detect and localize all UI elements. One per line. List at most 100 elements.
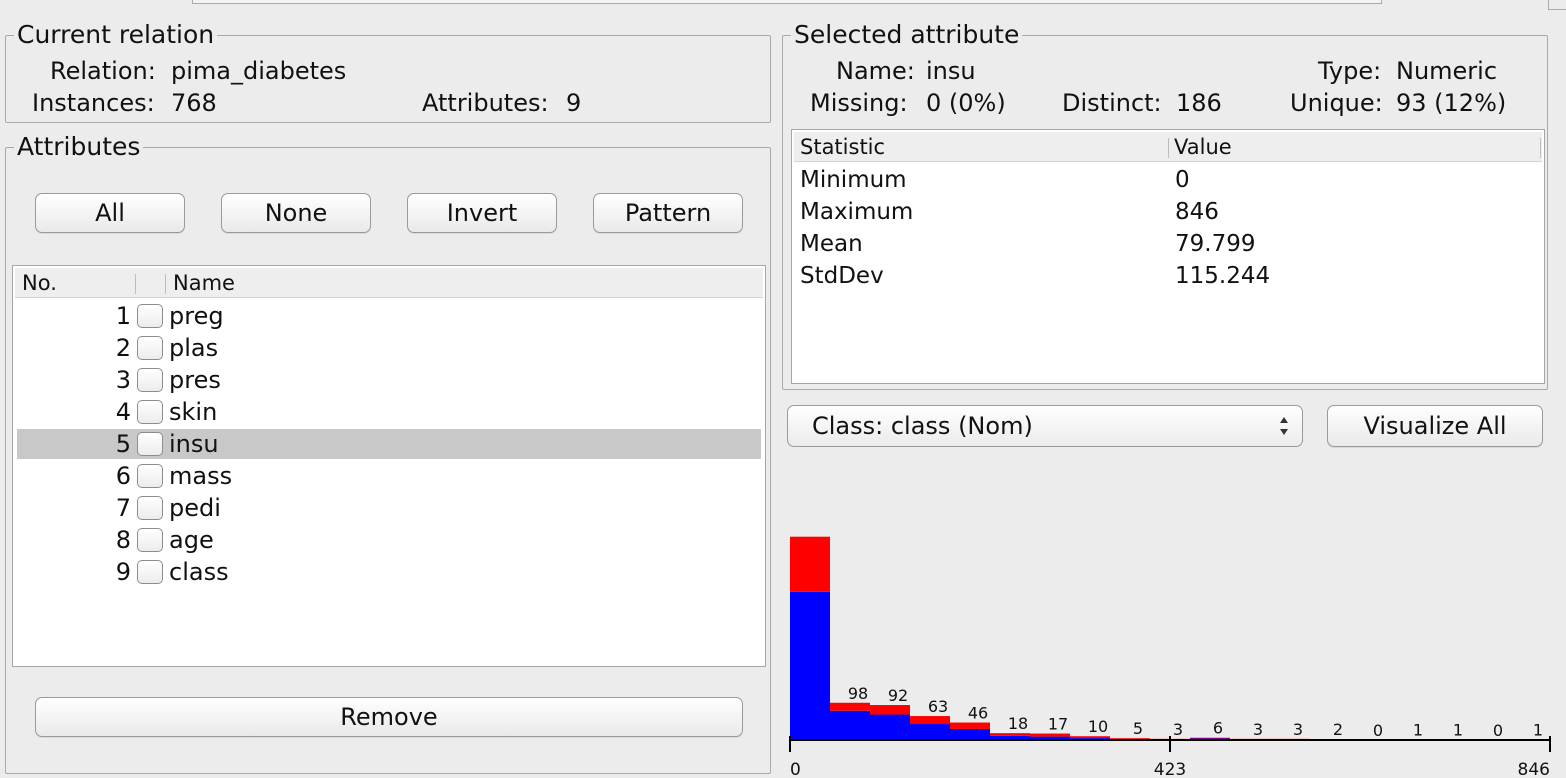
attribute-row-pres[interactable]: 3 pres (17, 365, 761, 395)
instances-value: 768 (171, 89, 217, 117)
bar-count-label: 10 (1088, 717, 1108, 736)
bar-red-3 (870, 705, 910, 715)
attr-type-label: Type: (1318, 57, 1382, 85)
bar-count-label: 2 (1333, 720, 1343, 739)
attribute-row-mass[interactable]: 6 mass (17, 461, 761, 491)
attribute-number: 9 (115, 558, 131, 586)
attribute-number: 4 (115, 398, 131, 426)
current-relation-legend: Current relation (17, 20, 215, 49)
column-header-value[interactable]: Value (1174, 132, 1232, 162)
bar-red-11 (1190, 737, 1230, 739)
statistics-header: Statistic Value (794, 132, 1542, 162)
bar-count-label: 0 (1373, 721, 1383, 740)
statistics-table: Statistic Value Minimum 0 Maximum 846 Mean 79… (791, 129, 1545, 384)
attribute-name: plas (169, 334, 219, 362)
statistic-name: Maximum (800, 199, 914, 225)
bar-red-9 (1110, 738, 1150, 739)
bar-red-6 (990, 733, 1030, 736)
attribute-checkbox[interactable] (137, 528, 163, 552)
statistic-row: StdDev 115.244 (800, 260, 1540, 292)
attribute-row-age[interactable]: 8 age (17, 525, 761, 555)
attribute-row-pedi[interactable]: 7 pedi (17, 493, 761, 523)
attributes-list[interactable]: No. Name 1 preg 2 plas 3 pres 4 skin 5 insu 6 mass 7… (12, 265, 766, 667)
attr-name-label: Name: (836, 57, 915, 85)
statistic-name: Minimum (800, 167, 907, 193)
top-edge (1548, 0, 1566, 10)
invert-button[interactable]: Invert (407, 193, 557, 233)
bar-count-label: 1 (1413, 721, 1423, 740)
x-tick-label: 0 (790, 760, 801, 778)
statistic-row: Maximum 846 (800, 196, 1540, 228)
top-strip (0, 0, 1566, 12)
attribute-number: 2 (115, 334, 131, 362)
class-histogram: 98 9263 4618 17 10 5 3 6 3 3 2 0 1 1 0 10 423 846 (789, 536, 1551, 778)
visualize-all-button[interactable]: Visualize All (1327, 405, 1543, 447)
attribute-number: 5 (115, 430, 131, 458)
attribute-name: preg (169, 302, 224, 330)
attribute-checkbox[interactable] (137, 368, 163, 392)
pattern-button[interactable]: Pattern (593, 193, 743, 233)
selected-attribute-legend: Selected attribute (794, 20, 1020, 49)
all-button[interactable]: All (35, 193, 185, 233)
statistic-row: Minimum 0 (800, 164, 1540, 196)
attribute-row-preg[interactable]: 1 preg (17, 301, 761, 331)
statistic-name: Mean (800, 231, 863, 257)
column-header-statistic[interactable]: Statistic (800, 132, 885, 162)
bar-red-1 (790, 536, 830, 592)
class-select[interactable]: Class: class (Nom) (787, 405, 1303, 447)
attribute-number: 7 (115, 494, 131, 522)
bar-red-5 (950, 722, 990, 729)
attribute-number: 6 (115, 462, 131, 490)
instances-label: Instances: (32, 89, 155, 117)
attributes-list-header: No. Name (15, 268, 763, 298)
attribute-checkbox[interactable] (137, 304, 163, 328)
attribute-row-class[interactable]: 9 class (17, 557, 761, 587)
attribute-checkbox[interactable] (137, 400, 163, 424)
bar-count-label: 92 (888, 686, 908, 705)
remove-button[interactable]: Remove (35, 697, 743, 737)
statistic-name: StdDev (800, 263, 884, 289)
column-header-no[interactable]: No. (22, 268, 57, 298)
attribute-name: age (169, 526, 214, 554)
attr-name-value: insu (926, 57, 976, 85)
bar-blue-2 (830, 710, 870, 740)
attribute-row-insu[interactable]: 5 insu (17, 429, 761, 459)
attribute-row-skin[interactable]: 4 skin (17, 397, 761, 427)
attribute-checkbox[interactable] (137, 496, 163, 520)
attribute-number: 1 (115, 302, 131, 330)
bar-count-label: 18 (1008, 714, 1028, 733)
attributes-count-label: Attributes: (422, 89, 549, 117)
none-button[interactable]: None (221, 193, 371, 233)
statistic-value: 115.244 (1175, 263, 1271, 289)
x-tick-label: 423 (1154, 760, 1186, 778)
bar-count-label: 3 (1293, 720, 1303, 739)
attr-missing-value: 0 (0%) (926, 89, 1006, 117)
attribute-name: pedi (169, 494, 221, 522)
attr-distinct-label: Distinct: (1062, 89, 1162, 117)
attribute-row-plas[interactable]: 2 plas (17, 333, 761, 363)
statistic-value: 846 (1175, 199, 1219, 225)
attr-unique-label: Unique: (1290, 89, 1383, 117)
attribute-number: 8 (115, 526, 131, 554)
class-select-value: Class: class (Nom) (812, 412, 1033, 440)
bar-count-label: 3 (1173, 720, 1183, 739)
select-arrows-icon (1280, 417, 1288, 435)
attr-distinct-value: 186 (1176, 89, 1222, 117)
bar-blue-4 (910, 724, 950, 740)
bar-count-label: 98 (848, 684, 868, 703)
attribute-checkbox[interactable] (137, 464, 163, 488)
attribute-checkbox[interactable] (137, 336, 163, 360)
attribute-checkbox[interactable] (137, 432, 163, 456)
x-tick-label: 846 (1518, 760, 1550, 778)
attribute-name: mass (169, 462, 233, 490)
bar-blue-3 (870, 714, 910, 740)
attribute-name: class (169, 558, 229, 586)
attr-unique-value: 93 (12%) (1396, 89, 1507, 117)
relation-label: Relation: (50, 57, 156, 85)
attribute-name: pres (169, 366, 221, 394)
bar-red-2 (830, 702, 870, 711)
attribute-checkbox[interactable] (137, 560, 163, 584)
statistic-row: Mean 79.799 (800, 228, 1540, 260)
bar-red-8 (1070, 736, 1110, 739)
column-header-name[interactable]: Name (173, 268, 235, 298)
